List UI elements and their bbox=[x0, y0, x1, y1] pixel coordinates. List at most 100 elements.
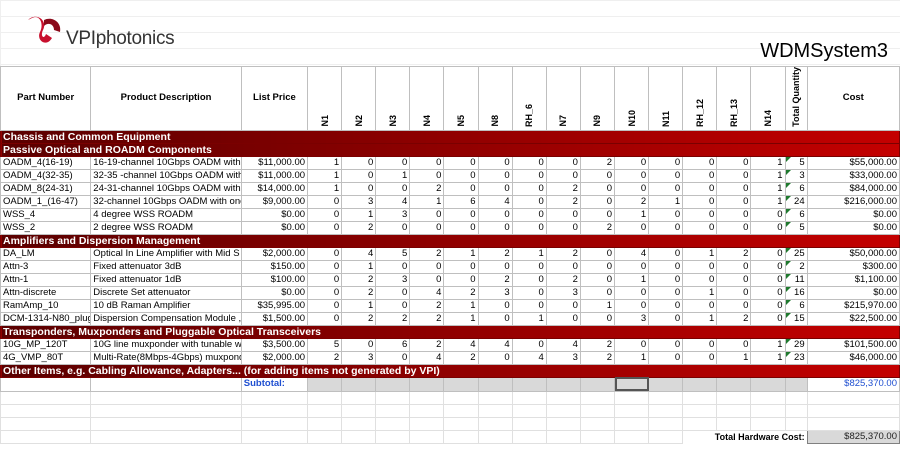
quantity-cell[interactable]: 0 bbox=[307, 298, 343, 313]
quantity-cell[interactable]: 1 bbox=[341, 298, 377, 313]
quantity-cell[interactable]: 1 bbox=[648, 194, 684, 209]
quantity-cell[interactable]: 3 bbox=[341, 194, 377, 209]
empty-cell[interactable] bbox=[0, 429, 92, 444]
empty-cell[interactable] bbox=[648, 390, 684, 405]
empty-cell[interactable] bbox=[784, 403, 808, 418]
part-number-cell[interactable]: 4G_VMP_80T bbox=[0, 350, 92, 365]
quantity-cell[interactable]: 0 bbox=[477, 207, 513, 222]
column-header[interactable]: N14 bbox=[750, 66, 786, 131]
quantity-cell[interactable]: 1 bbox=[613, 207, 650, 222]
empty-cell[interactable] bbox=[375, 429, 411, 444]
empty-cell[interactable] bbox=[579, 403, 616, 418]
empty-cell[interactable] bbox=[240, 390, 309, 405]
column-header[interactable]: N10 bbox=[613, 66, 650, 131]
quantity-cell[interactable]: 0 bbox=[511, 181, 547, 196]
quantity-cell[interactable]: 2 bbox=[545, 246, 581, 261]
quantity-cell[interactable]: 1 bbox=[307, 181, 343, 196]
quantity-cell[interactable]: 0 bbox=[511, 285, 547, 300]
list-price-cell[interactable]: $0.00 bbox=[240, 220, 309, 235]
empty-cell[interactable] bbox=[511, 416, 547, 431]
cost-cell[interactable]: $0.00 bbox=[806, 207, 900, 222]
quantity-cell[interactable]: 2 bbox=[579, 337, 616, 352]
empty-cell[interactable] bbox=[682, 403, 718, 418]
product-description-cell[interactable]: 24-31-channel 10Gbps OADM with bbox=[90, 181, 242, 196]
quantity-cell[interactable]: 3 bbox=[477, 285, 513, 300]
quantity-cell[interactable]: 2 bbox=[545, 181, 581, 196]
product-description-cell[interactable]: 32-35 -channel 10Gbps OADM with bbox=[90, 168, 242, 183]
empty-cell[interactable] bbox=[716, 390, 752, 405]
quantity-cell[interactable]: 0 bbox=[375, 155, 411, 170]
quantity-cell[interactable]: 3 bbox=[375, 207, 411, 222]
quantity-cell[interactable]: 0 bbox=[716, 220, 752, 235]
quantity-cell[interactable]: 0 bbox=[579, 194, 616, 209]
cost-cell[interactable]: $215,970.00 bbox=[806, 298, 900, 313]
empty-cell[interactable] bbox=[613, 429, 650, 444]
quantity-cell[interactable]: 0 bbox=[579, 168, 616, 183]
quantity-cell[interactable]: 0 bbox=[682, 272, 718, 287]
empty-cell[interactable] bbox=[545, 390, 581, 405]
column-header[interactable]: Cost bbox=[806, 66, 900, 131]
list-price-cell[interactable]: $14,000.00 bbox=[240, 181, 309, 196]
empty-cell[interactable] bbox=[341, 416, 377, 431]
total-quantity-cell[interactable]: 6 bbox=[784, 181, 808, 196]
part-number-cell[interactable]: Attn-1 bbox=[0, 272, 92, 287]
quantity-cell[interactable]: 0 bbox=[613, 285, 650, 300]
empty-cell[interactable] bbox=[0, 390, 92, 405]
quantity-cell[interactable]: 0 bbox=[613, 259, 650, 274]
quantity-cell[interactable]: 0 bbox=[750, 246, 786, 261]
quantity-cell[interactable]: 0 bbox=[375, 298, 411, 313]
part-number-cell[interactable]: DCM-1314-N80_plug bbox=[0, 311, 92, 326]
column-header[interactable]: N2 bbox=[341, 66, 377, 131]
column-header[interactable]: N1 bbox=[307, 66, 343, 131]
empty-cell[interactable] bbox=[784, 416, 808, 431]
quantity-cell[interactable]: 0 bbox=[613, 220, 650, 235]
quantity-cell[interactable]: 1 bbox=[682, 285, 718, 300]
product-description-cell[interactable]: 32-channel 10Gbps OADM with one bbox=[90, 194, 242, 209]
empty-cell[interactable] bbox=[443, 429, 479, 444]
quantity-cell[interactable]: 0 bbox=[579, 181, 616, 196]
quantity-cell[interactable]: 0 bbox=[545, 220, 581, 235]
quantity-cell[interactable]: 0 bbox=[579, 259, 616, 274]
empty-cell[interactable] bbox=[375, 416, 411, 431]
quantity-cell[interactable]: 1 bbox=[750, 350, 786, 365]
cost-cell[interactable]: $46,000.00 bbox=[806, 350, 900, 365]
empty-cell[interactable] bbox=[90, 416, 242, 431]
total-quantity-cell[interactable]: 5 bbox=[784, 155, 808, 170]
quantity-cell[interactable]: 2 bbox=[341, 311, 377, 326]
quantity-cell[interactable]: 0 bbox=[307, 285, 343, 300]
column-header[interactable]: RH_12 bbox=[682, 66, 718, 131]
quantity-cell[interactable]: 2 bbox=[443, 285, 479, 300]
quantity-cell[interactable]: 1 bbox=[613, 350, 650, 365]
product-description-cell[interactable]: Discrete Set attenuator bbox=[90, 285, 242, 300]
section-label[interactable]: Other Items, e.g. Cabling Allowance, Ada… bbox=[0, 363, 900, 378]
section-label[interactable]: Passive Optical and ROADM Components bbox=[0, 142, 900, 157]
empty-cell[interactable] bbox=[648, 403, 684, 418]
empty-cell[interactable] bbox=[784, 390, 808, 405]
quantity-cell[interactable]: 0 bbox=[648, 220, 684, 235]
quantity-cell[interactable]: 0 bbox=[716, 337, 752, 352]
quantity-cell[interactable]: 0 bbox=[750, 285, 786, 300]
empty-cell[interactable] bbox=[409, 403, 445, 418]
column-header[interactable]: N5 bbox=[443, 66, 479, 131]
quantity-cell[interactable]: 2 bbox=[341, 272, 377, 287]
quantity-cell[interactable]: 0 bbox=[716, 181, 752, 196]
quantity-cell[interactable]: 0 bbox=[648, 350, 684, 365]
quantity-cell[interactable]: 0 bbox=[682, 350, 718, 365]
quantity-cell[interactable]: 0 bbox=[545, 259, 581, 274]
column-header[interactable]: N3 bbox=[375, 66, 411, 131]
total-quantity-cell[interactable]: 11 bbox=[784, 272, 808, 287]
total-quantity-cell[interactable]: 6 bbox=[784, 207, 808, 222]
empty-cell[interactable] bbox=[477, 429, 513, 444]
column-header[interactable]: N8 bbox=[477, 66, 513, 131]
quantity-cell[interactable]: 3 bbox=[545, 350, 581, 365]
empty-cell[interactable] bbox=[341, 390, 377, 405]
quantity-cell[interactable]: 1 bbox=[511, 246, 547, 261]
part-number-cell[interactable]: OADM_4(32-35) bbox=[0, 168, 92, 183]
product-description-cell[interactable]: 2 degree WSS ROADM bbox=[90, 220, 242, 235]
quantity-cell[interactable]: 2 bbox=[716, 246, 752, 261]
quantity-cell[interactable]: 0 bbox=[682, 220, 718, 235]
quantity-cell[interactable]: 0 bbox=[613, 168, 650, 183]
quantity-cell[interactable]: 0 bbox=[750, 259, 786, 274]
quantity-cell[interactable]: 0 bbox=[375, 181, 411, 196]
quantity-cell[interactable]: 0 bbox=[648, 272, 684, 287]
